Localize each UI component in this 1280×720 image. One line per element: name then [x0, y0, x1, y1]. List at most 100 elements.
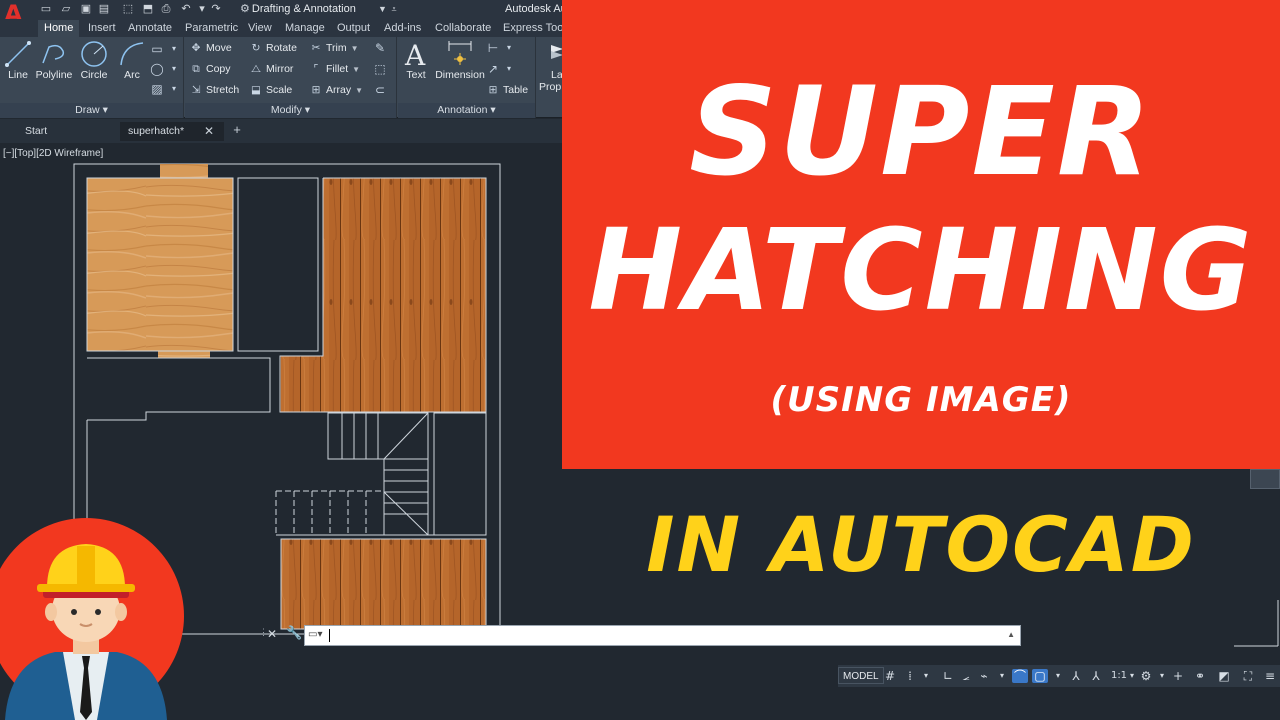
save-as-icon[interactable]: ▤: [98, 3, 110, 15]
fillet-tool[interactable]: ⌜ Fillet ▼: [309, 62, 361, 77]
copy-tool[interactable]: ⧉ Copy: [189, 62, 230, 76]
dimension-dropdown-icon[interactable]: ▾: [502, 41, 516, 55]
erase-icon[interactable]: ✎: [373, 41, 387, 55]
polyline-icon: [42, 44, 65, 64]
explode-icon[interactable]: ⬚: [373, 62, 387, 76]
save-web-icon[interactable]: ⬒: [142, 3, 154, 15]
room-hatch-light-wood: [87, 178, 233, 351]
tab-insert[interactable]: Insert: [88, 21, 116, 35]
isolate-icon[interactable]: ⚭: [1192, 669, 1208, 683]
polar-icon[interactable]: ⦟: [958, 669, 974, 683]
rectangle-icon[interactable]: ▭: [150, 42, 164, 56]
stretch-icon: ⇲: [191, 84, 201, 96]
scale-icon: ⬓: [251, 84, 261, 96]
tab-manage[interactable]: Manage: [285, 21, 325, 35]
draw-panel-title[interactable]: Draw ▾: [0, 103, 183, 118]
undo-icon[interactable]: ↶: [180, 3, 192, 15]
customize-quick-access-icon[interactable]: ⩡: [388, 3, 400, 15]
wrench-icon[interactable]: 🔧: [286, 626, 302, 641]
move-icon: ✥: [191, 42, 201, 54]
circle-tool[interactable]: Circle: [78, 39, 110, 81]
dimension-tool[interactable]: Dimension: [434, 39, 486, 81]
isodraft-icon[interactable]: ⌁: [976, 669, 992, 683]
offset-icon[interactable]: ⊂: [373, 83, 387, 97]
command-input[interactable]: ▭▾ ▲: [304, 625, 1021, 646]
arc-icon: [120, 42, 144, 66]
table-tool[interactable]: ⊞ Table: [486, 83, 529, 97]
stretch-tool[interactable]: ⇲ Stretch: [189, 83, 240, 97]
tab-annotate[interactable]: Annotate: [128, 21, 172, 35]
close-icon[interactable]: ✕: [204, 122, 214, 141]
arc-tool[interactable]: Arc: [116, 39, 148, 81]
leader-icon[interactable]: ↗: [486, 62, 500, 76]
tab-add-ins[interactable]: Add-ins: [384, 21, 421, 35]
new-tab-plus-icon[interactable]: +: [230, 123, 244, 137]
table-icon: ⊞: [488, 84, 498, 96]
snap-icon[interactable]: ⁞: [902, 669, 918, 683]
scrollbar-thumb[interactable]: [1250, 469, 1280, 489]
selection-dropdown-icon[interactable]: ▾: [1050, 669, 1066, 683]
line-tool[interactable]: Line: [3, 39, 33, 81]
polyline-tool[interactable]: Polyline: [34, 39, 74, 81]
model-space-button[interactable]: MODEL: [838, 667, 884, 684]
thumbnail-subtitle: (USING IMAGE): [770, 380, 1072, 420]
rotate-tool[interactable]: ↻ Rotate: [249, 41, 297, 55]
trim-dropdown-icon[interactable]: ▼: [351, 44, 359, 53]
mirror-tool[interactable]: ⧍ Mirror: [249, 62, 293, 76]
osnap-icon[interactable]: ⌒: [1012, 669, 1028, 683]
text-tool[interactable]: A Text: [402, 39, 430, 81]
plus-icon[interactable]: +: [1170, 669, 1186, 683]
workspace-switcher[interactable]: ⚙ Drafting & Annotation ▼: [240, 2, 387, 16]
ellipse-dropdown-icon[interactable]: ▾: [167, 62, 181, 76]
fullscreen-icon[interactable]: ⛶: [1240, 669, 1256, 683]
draw-panel: Line Polyline Circle Arc ▭ ▾ ◯ ▾ ▨ ▾ Dra…: [0, 37, 184, 118]
tab-collaborate[interactable]: Collaborate: [435, 21, 491, 35]
new-icon[interactable]: ▭: [40, 3, 52, 15]
file-tab-start[interactable]: Start: [17, 122, 115, 141]
ellipse-icon[interactable]: ◯: [150, 62, 164, 76]
undo-dropdown-icon[interactable]: ▾: [196, 3, 208, 15]
hatch-dropdown-icon[interactable]: ▾: [167, 82, 181, 96]
command-history-icon[interactable]: ▲: [1007, 630, 1015, 639]
workspace-gear-icon[interactable]: ⚙: [1138, 669, 1154, 683]
file-tab-superhatch[interactable]: superhatch* ✕: [120, 122, 224, 141]
save-icon[interactable]: ▣: [80, 3, 92, 15]
tab-home[interactable]: Home: [38, 20, 80, 37]
array-dropdown-icon[interactable]: ▼: [355, 86, 363, 95]
mirror-label: Mirror: [266, 63, 294, 75]
annotation-visibility-icon[interactable]: ⅄: [1068, 669, 1084, 683]
open-web-icon[interactable]: ⬚: [122, 3, 134, 15]
fillet-dropdown-icon[interactable]: ▼: [352, 65, 360, 74]
open-icon[interactable]: ▱: [60, 3, 72, 15]
leader-dropdown-icon[interactable]: ▾: [502, 62, 516, 76]
command-prompt-icon[interactable]: ▭▾: [308, 629, 322, 640]
tab-view[interactable]: View: [248, 21, 272, 35]
rectangle-dropdown-icon[interactable]: ▾: [167, 42, 181, 56]
annotation-panel-title[interactable]: Annotation ▾: [398, 103, 535, 118]
array-tool[interactable]: ⊞ Array ▼: [309, 83, 363, 98]
customize-menu-icon[interactable]: ≡: [1262, 669, 1278, 683]
selection-icon[interactable]: ▢: [1032, 669, 1048, 683]
trim-tool[interactable]: ✂ Trim ▼: [309, 41, 359, 56]
chevron-down-icon: ▾: [490, 104, 496, 116]
drag-handle-icon[interactable]: ⋮: [259, 627, 268, 643]
gear-icon: ⚙: [240, 3, 250, 15]
isodraft-dropdown-icon[interactable]: ▾: [994, 669, 1010, 683]
redo-icon[interactable]: ↷: [210, 3, 222, 15]
move-tool[interactable]: ✥ Move: [189, 41, 232, 55]
scale-tool[interactable]: ⬓ Scale: [249, 83, 292, 97]
ortho-icon[interactable]: ∟: [940, 669, 956, 683]
snap-dropdown-icon[interactable]: ▾: [918, 669, 934, 683]
hatch-icon[interactable]: ▨: [150, 82, 164, 96]
table-label: Table: [503, 84, 529, 96]
linear-dimension-icon[interactable]: ⊢: [486, 41, 500, 55]
close-icon[interactable]: ✕: [267, 627, 277, 641]
tab-parametric[interactable]: Parametric: [185, 21, 238, 35]
workspace-dropdown-icon[interactable]: ▾: [1154, 669, 1170, 683]
tab-output[interactable]: Output: [337, 21, 370, 35]
plot-icon[interactable]: ⎙: [160, 3, 172, 15]
grid-icon[interactable]: #: [882, 669, 898, 683]
hardware-accel-icon[interactable]: ◩: [1216, 669, 1232, 683]
autoscale-icon[interactable]: ⅄: [1088, 669, 1104, 683]
modify-panel-title[interactable]: Modify ▾: [185, 103, 396, 118]
